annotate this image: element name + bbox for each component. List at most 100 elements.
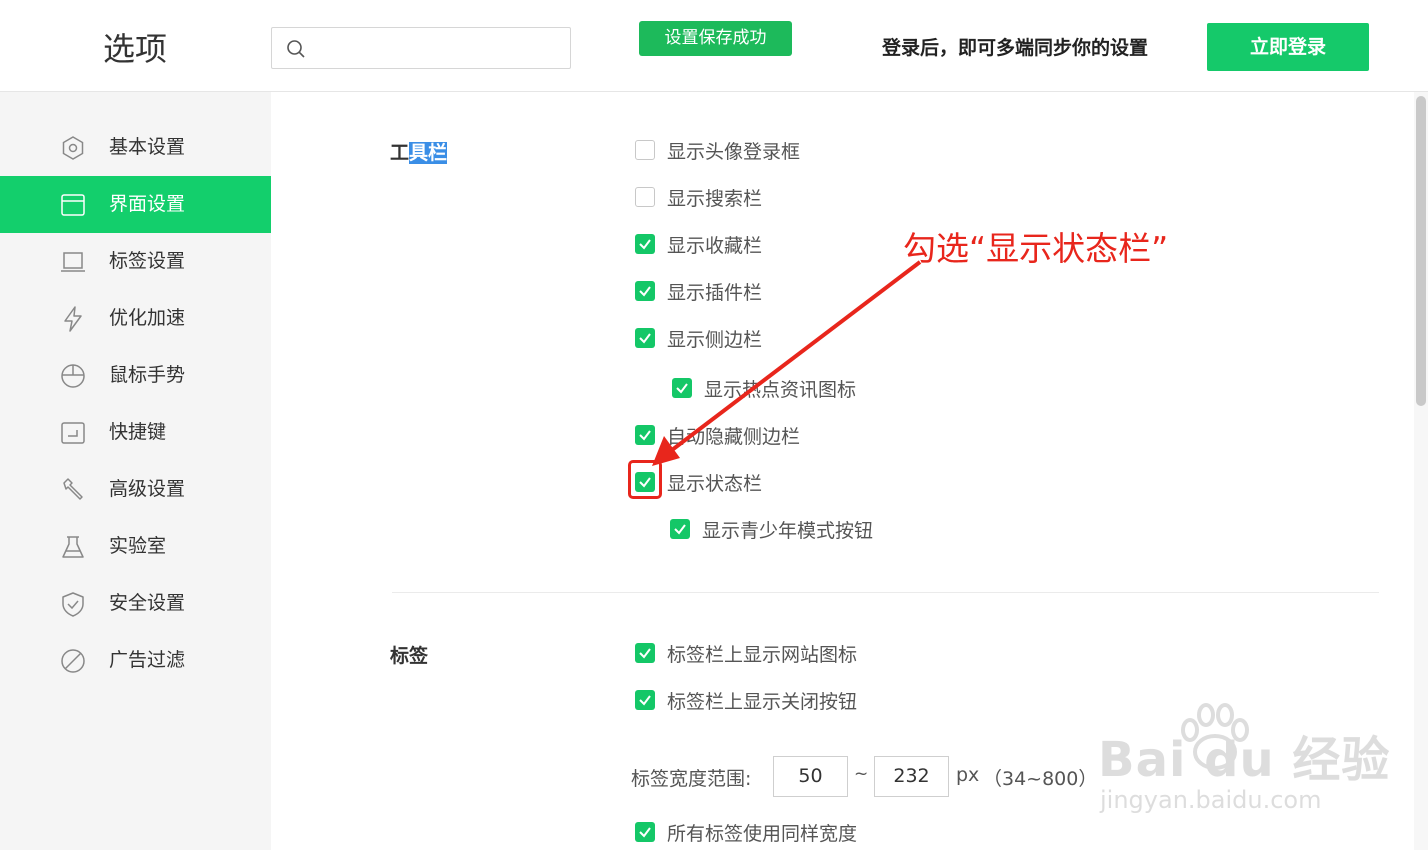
sidebar-item-basic-settings[interactable]: 基本设置 [0, 119, 271, 176]
checkbox-checked[interactable] [635, 822, 655, 842]
page-title: 选项 [103, 30, 168, 68]
check-icon [639, 695, 651, 706]
sidebar-item-label: 标签设置 [109, 250, 186, 272]
checkbox-checked[interactable] [635, 425, 655, 445]
option-show-teen-mode-button[interactable]: 显示青少年模式按钮 [670, 515, 873, 543]
search-icon [287, 40, 305, 58]
shortcut-icon [61, 422, 85, 444]
option-show-site-icon-on-tab[interactable]: 标签栏上显示网站图标 [635, 639, 857, 667]
section-divider [392, 592, 1379, 593]
check-icon [639, 239, 651, 250]
check-icon [639, 286, 651, 297]
option-label: 显示热点资讯图标 [704, 378, 857, 401]
check-icon [639, 648, 651, 659]
option-label: 自动隐藏侧边栏 [667, 425, 801, 448]
sidebar-item-label: 高级设置 [109, 478, 186, 500]
check-icon [639, 333, 651, 344]
option-show-plugin-bar[interactable]: 显示插件栏 [635, 277, 762, 305]
checkbox-checked[interactable] [635, 328, 655, 348]
option-same-width-tabs[interactable]: 所有标签使用同样宽度 [635, 818, 857, 846]
block-icon [61, 649, 85, 673]
scrollbar[interactable] [1414, 92, 1428, 850]
checkbox-unchecked[interactable] [635, 187, 655, 207]
sidebar-item-advanced-settings[interactable]: 高级设置 [0, 461, 271, 518]
sidebar-item-mouse-gestures[interactable]: 鼠标手势 [0, 347, 271, 404]
tab-icon [61, 252, 85, 272]
sidebar-item-ad-filter[interactable]: 广告过滤 [0, 632, 271, 689]
lightning-icon [64, 306, 82, 332]
search-box[interactable] [271, 27, 571, 69]
check-icon [676, 383, 688, 394]
scrollbar-thumb[interactable] [1416, 96, 1426, 406]
tab-width-range: 标签宽度范围: 50 ~ 232 px （34~800） [631, 756, 1097, 797]
sidebar-item-tab-settings[interactable]: 标签设置 [0, 233, 271, 290]
wrench-icon [63, 478, 83, 500]
option-label: 所有标签使用同样宽度 [667, 822, 858, 845]
checkbox-checked[interactable] [672, 378, 692, 398]
option-label: 显示青少年模式按钮 [702, 519, 874, 542]
login-tip: 登录后，即可多端同步你的设置 [882, 37, 1149, 59]
option-label: 显示头像登录框 [667, 140, 801, 163]
shield-icon [62, 592, 84, 617]
annotation-highlight-box [628, 460, 662, 499]
section-title-text: 工 [390, 142, 410, 164]
check-icon [639, 430, 651, 441]
section-title-tabs: 标签 [390, 645, 429, 667]
sidebar-item-security-settings[interactable]: 安全设置 [0, 575, 271, 632]
option-label: 显示搜索栏 [667, 187, 763, 210]
sidebar-item-label: 优化加速 [109, 307, 186, 329]
sidebar-item-label: 界面设置 [109, 193, 186, 215]
sidebar-item-label: 广告过滤 [109, 649, 186, 671]
flask-icon [62, 536, 84, 558]
option-show-avatar-login[interactable]: 显示头像登录框 [635, 136, 800, 164]
check-icon [639, 827, 651, 838]
range-separator: ~ [854, 764, 869, 784]
sidebar-item-lab[interactable]: 实验室 [0, 518, 271, 575]
option-label: 显示状态栏 [667, 472, 763, 495]
checkbox-checked[interactable] [635, 234, 655, 254]
checkbox-checked[interactable] [635, 643, 655, 663]
checkbox-checked[interactable] [635, 690, 655, 710]
sidebar-item-optimize-speed[interactable]: 优化加速 [0, 290, 271, 347]
option-show-favorites-bar[interactable]: 显示收藏栏 [635, 230, 762, 258]
sidebar-item-label: 快捷键 [109, 421, 167, 443]
option-label: 显示插件栏 [667, 281, 763, 304]
header-bar: 选项 设置保存成功 登录后，即可多端同步你的设置 立即登录 [0, 0, 1428, 92]
checkbox-checked[interactable] [635, 281, 655, 301]
save-success-toast: 设置保存成功 [639, 21, 792, 56]
option-show-hot-news-icon[interactable]: 显示热点资讯图标 [672, 374, 856, 402]
option-label: 标签栏上显示关闭按钮 [667, 690, 858, 713]
login-button[interactable]: 立即登录 [1207, 23, 1369, 71]
option-label: 标签栏上显示网站图标 [667, 643, 858, 666]
annotation-text: 勾选“显示状态栏” [903, 229, 1169, 268]
sidebar-item-interface-settings[interactable]: 界面设置 [0, 176, 271, 233]
section-title-toolbar: 工具栏 [390, 138, 448, 165]
range-unit: px [956, 764, 980, 786]
range-limits: （34~800） [983, 768, 1098, 790]
tab-width-max-input[interactable]: 232 [874, 756, 949, 797]
watermark-brand: Bai du 经验 [1098, 732, 1391, 788]
sidebar-item-label: 基本设置 [109, 136, 186, 158]
mouse-icon [61, 364, 85, 388]
option-show-search-bar[interactable]: 显示搜索栏 [635, 183, 762, 211]
option-label: 显示收藏栏 [667, 234, 763, 257]
checkbox-unchecked[interactable] [635, 140, 655, 160]
option-label: 显示侧边栏 [667, 328, 763, 351]
section-title-selected-text: 具栏 [409, 142, 448, 164]
option-show-sidebar[interactable]: 显示侧边栏 [635, 324, 762, 352]
window-icon [61, 194, 85, 216]
watermark-url: jingyan.baidu.com [1100, 786, 1322, 814]
tab-width-min-input[interactable]: 50 [773, 756, 848, 797]
sidebar-item-label: 实验室 [109, 535, 167, 557]
tab-width-range-label: 标签宽度范围: [631, 768, 752, 790]
sidebar-item-shortcuts[interactable]: 快捷键 [0, 404, 271, 461]
option-auto-hide-sidebar[interactable]: 自动隐藏侧边栏 [635, 421, 800, 449]
search-input[interactable] [316, 28, 566, 68]
option-show-close-button-on-tab[interactable]: 标签栏上显示关闭按钮 [635, 686, 857, 714]
sidebar-item-label: 鼠标手势 [109, 364, 186, 386]
sidebar: 基本设置 界面设置 标签设置 优化加速 鼠标手势 快捷键 高级设置 实验室 安全… [0, 92, 271, 850]
sidebar-item-label: 安全设置 [109, 592, 186, 614]
check-icon [674, 524, 686, 535]
checkbox-checked[interactable] [670, 519, 690, 539]
gear-icon [62, 136, 84, 160]
